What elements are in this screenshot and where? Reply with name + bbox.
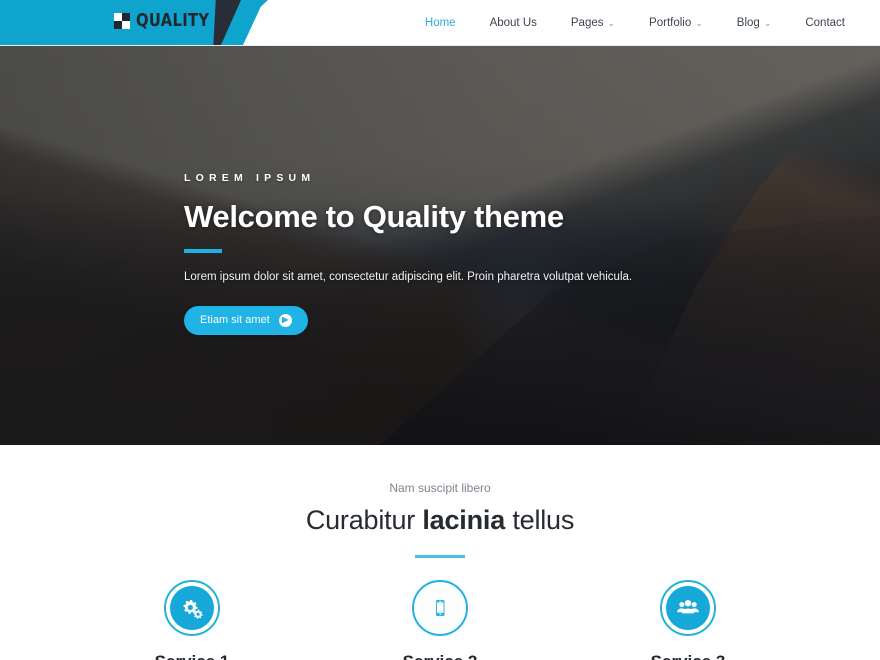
nav-label: Portfolio bbox=[649, 16, 692, 29]
hero-title: Welcome to Quality theme bbox=[184, 199, 564, 234]
main-navigation: Home About Us Pages ⌄ Portfolio ⌄ Blog ⌄… bbox=[408, 0, 862, 45]
services-section: Nam suscipit libero Curabitur lacinia te… bbox=[0, 445, 880, 660]
service-title: Service 2 bbox=[316, 652, 564, 660]
nav-item-blog[interactable]: Blog ⌄ bbox=[720, 17, 789, 29]
service-icon-ring bbox=[660, 580, 716, 636]
chevron-down-icon: ⌄ bbox=[763, 18, 772, 28]
services-list: Service 1 Service 2 bbox=[0, 580, 880, 660]
hero-kicker: LOREM IPSUM bbox=[184, 172, 316, 184]
hero-cta-button[interactable]: Etiam sit amet ▶ bbox=[184, 305, 308, 335]
hero-cta-label: Etiam sit amet bbox=[200, 314, 270, 327]
hero-subtitle: Lorem ipsum dolor sit amet, consectetur … bbox=[184, 270, 633, 283]
users-group-icon bbox=[666, 586, 710, 630]
service-card-1[interactable]: Service 1 bbox=[68, 580, 316, 660]
services-kicker: Nam suscipit libero bbox=[389, 481, 491, 495]
services-title-lead: Curabitur bbox=[305, 505, 423, 535]
nav-label: Contact bbox=[805, 16, 845, 29]
services-title: Curabitur lacinia tellus bbox=[0, 505, 880, 536]
brand-name: QUALITY bbox=[136, 10, 210, 31]
nav-item-about-us[interactable]: About Us bbox=[473, 17, 554, 29]
services-title-tail: tellus bbox=[505, 505, 575, 535]
page-root: QUALITY Home About Us Pages ⌄ Portfolio … bbox=[0, 0, 880, 660]
gears-icon bbox=[170, 586, 214, 630]
brand-logo[interactable]: QUALITY bbox=[114, 12, 226, 30]
nav-label: Blog bbox=[736, 16, 760, 29]
service-title: Service 3 bbox=[564, 652, 812, 660]
hero-banner: LOREM IPSUM Welcome to Quality theme Lor… bbox=[0, 46, 880, 445]
arrow-right-circle-icon: ▶ bbox=[278, 313, 292, 327]
service-card-2[interactable]: Service 2 bbox=[316, 580, 564, 660]
nav-label: Pages bbox=[570, 16, 604, 29]
service-icon-ring bbox=[164, 580, 220, 636]
chevron-down-icon: ⌄ bbox=[695, 18, 703, 28]
nav-item-pages[interactable]: Pages ⌄ bbox=[554, 17, 632, 29]
mobile-phone-icon bbox=[418, 586, 462, 630]
service-icon-ring bbox=[412, 580, 468, 636]
services-title-bold: lacinia bbox=[422, 505, 506, 535]
site-header: QUALITY Home About Us Pages ⌄ Portfolio … bbox=[0, 0, 880, 46]
hero-divider bbox=[184, 248, 222, 253]
service-card-3[interactable]: Service 3 bbox=[564, 580, 812, 660]
nav-item-home[interactable]: Home bbox=[408, 17, 473, 29]
chevron-down-icon: ⌄ bbox=[607, 18, 616, 28]
hero-content: LOREM IPSUM Welcome to Quality theme Lor… bbox=[184, 172, 704, 335]
nav-label: About Us bbox=[489, 16, 537, 29]
service-title: Service 1 bbox=[68, 652, 316, 660]
nav-label: Home bbox=[424, 16, 456, 29]
checkerboard-icon bbox=[114, 13, 130, 29]
services-divider bbox=[415, 555, 465, 558]
nav-item-portfolio[interactable]: Portfolio ⌄ bbox=[632, 17, 720, 29]
nav-item-contact[interactable]: Contact bbox=[788, 17, 862, 29]
